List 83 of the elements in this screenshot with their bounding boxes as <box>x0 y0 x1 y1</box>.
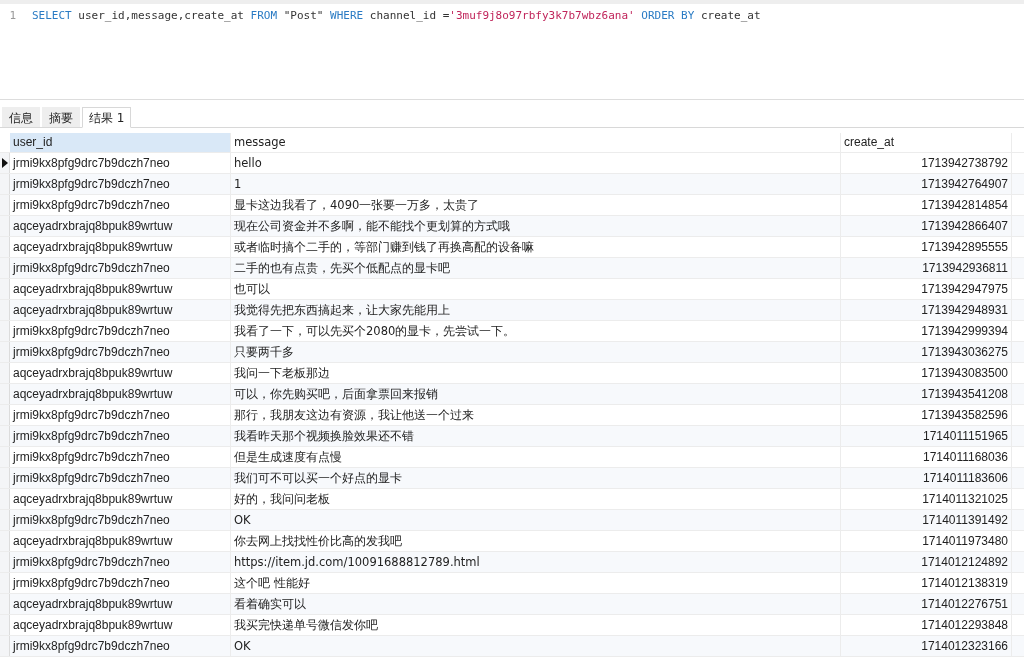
table-cell: 1714011168036 <box>841 447 1012 467</box>
table-cell: jrmi9kx8pfg9drc7b9dczh7neo <box>10 258 231 278</box>
table-cell: aqceyadrxbrajq8bpuk89wrtuw <box>10 384 231 404</box>
table-cell: aqceyadrxbrajq8bpuk89wrtuw <box>10 531 231 551</box>
table-cell: OK <box>231 636 841 656</box>
table-cell: 1714011183606 <box>841 468 1012 488</box>
table-cell: 1713942738792 <box>841 153 1012 173</box>
sql-query: SELECT user_id,message,create_at FROM "Post" WHERE channel_id ='3muf9j8o97rbfy3k7b7wbz6ana' ORDER BY create_at <box>32 9 761 22</box>
table-cell: 1713943541208 <box>841 384 1012 404</box>
table-cell: jrmi9kx8pfg9drc7b9dczh7neo <box>10 468 231 488</box>
table-cell: 但是生成速度有点慢 <box>231 447 841 467</box>
table-cell: 我觉得先把东西搞起来，让大家先能用上 <box>231 300 841 320</box>
table-cell: jrmi9kx8pfg9drc7b9dczh7neo <box>10 447 231 467</box>
sql-editor[interactable]: 1 SELECT user_id,message,create_at FROM "Post" WHERE channel_id ='3muf9j8o97rbfy3k7b7wbz6ana' ORDER BY create_at <box>0 0 1024 100</box>
line-number: 1 <box>8 9 17 22</box>
table-cell: aqceyadrxbrajq8bpuk89wrtuw <box>10 300 231 320</box>
table-cell: OK <box>231 510 841 530</box>
column-header[interactable]: create_at <box>841 133 1012 152</box>
table-cell: 只要两千多 <box>231 342 841 362</box>
table-cell: 1 <box>231 174 841 194</box>
table-cell: 我问一下老板那边 <box>231 363 841 383</box>
table-cell: 1714011321025 <box>841 489 1012 509</box>
table-cell: jrmi9kx8pfg9drc7b9dczh7neo <box>10 636 231 656</box>
table-cell: jrmi9kx8pfg9drc7b9dczh7neo <box>10 405 231 425</box>
table-cell: 二手的也有点贵，先买个低配点的显卡吧 <box>231 258 841 278</box>
table-cell: 1713942936811 <box>841 258 1012 278</box>
table-cell: aqceyadrxbrajq8bpuk89wrtuw <box>10 594 231 614</box>
table-cell: 1713942999394 <box>841 321 1012 341</box>
table-cell: 我买完快递单号微信发你吧 <box>231 615 841 635</box>
table-cell: aqceyadrxbrajq8bpuk89wrtuw <box>10 237 231 257</box>
table-cell: 1714011391492 <box>841 510 1012 530</box>
table-cell: 1713942764907 <box>841 174 1012 194</box>
table-cell: 1714012138319 <box>841 573 1012 593</box>
table-cell: aqceyadrxbrajq8bpuk89wrtuw <box>10 489 231 509</box>
table-cell: jrmi9kx8pfg9drc7b9dczh7neo <box>10 342 231 362</box>
table-cell: 1713943582596 <box>841 405 1012 425</box>
table-cell: 1713942947975 <box>841 279 1012 299</box>
result-tab[interactable]: 信息 <box>2 107 40 127</box>
table-cell: 现在公司资金并不多啊，能不能找个更划算的方式哦 <box>231 216 841 236</box>
table-cell: 1713942948931 <box>841 300 1012 320</box>
table-cell: 看着确实可以 <box>231 594 841 614</box>
table-cell: 我看昨天那个视频换脸效果还不错 <box>231 426 841 446</box>
table-cell: jrmi9kx8pfg9drc7b9dczh7neo <box>10 552 231 572</box>
table-cell: 可以，你先购买吧，后面拿票回来报销 <box>231 384 841 404</box>
table-cell: hello <box>231 153 841 173</box>
table-cell: jrmi9kx8pfg9drc7b9dczh7neo <box>10 573 231 593</box>
row-pointer-icon <box>1 158 8 168</box>
table-cell: jrmi9kx8pfg9drc7b9dczh7neo <box>10 510 231 530</box>
table-cell: 1713943036275 <box>841 342 1012 362</box>
table-cell: 1713942895555 <box>841 237 1012 257</box>
table-cell: jrmi9kx8pfg9drc7b9dczh7neo <box>10 174 231 194</box>
table-cell: 我看了一下，可以先买个2080的显卡，先尝试一下。 <box>231 321 841 341</box>
table-cell: 1714012124892 <box>841 552 1012 572</box>
table-cell: 1714012293848 <box>841 615 1012 635</box>
column-header[interactable]: user_id <box>10 133 231 152</box>
table-cell: 好的，我问问老板 <box>231 489 841 509</box>
table-cell: 或者临时搞个二手的，等部门赚到钱了再换高配的设备嘛 <box>231 237 841 257</box>
column-header[interactable]: message <box>231 133 841 152</box>
table-cell: aqceyadrxbrajq8bpuk89wrtuw <box>10 279 231 299</box>
table-cell: 这个吧 性能好 <box>231 573 841 593</box>
table-cell: 1714012276751 <box>841 594 1012 614</box>
table-cell: 你去网上找找性价比高的发我吧 <box>231 531 841 551</box>
table-cell: jrmi9kx8pfg9drc7b9dczh7neo <box>10 195 231 215</box>
table-cell: jrmi9kx8pfg9drc7b9dczh7neo <box>10 153 231 173</box>
table-cell: 显卡这边我看了，4090一张要一万多，太贵了 <box>231 195 841 215</box>
table-cell: jrmi9kx8pfg9drc7b9dczh7neo <box>10 321 231 341</box>
table-cell: 1714011973480 <box>841 531 1012 551</box>
table-cell: 我们可不可以买一个好点的显卡 <box>231 468 841 488</box>
table-cell: https://item.jd.com/10091688812789.html <box>231 552 841 572</box>
table-cell: 1714012323166 <box>841 636 1012 656</box>
table-cell: aqceyadrxbrajq8bpuk89wrtuw <box>10 216 231 236</box>
table-cell: 那行，我朋友这边有资源，我让他送一个过来 <box>231 405 841 425</box>
row-selector[interactable] <box>0 153 10 173</box>
table-cell: 1714011151965 <box>841 426 1012 446</box>
table-cell: 1713942814854 <box>841 195 1012 215</box>
table-cell: aqceyadrxbrajq8bpuk89wrtuw <box>10 615 231 635</box>
table-cell: 1713943083500 <box>841 363 1012 383</box>
result-tab[interactable]: 摘要 <box>42 107 80 127</box>
result-tab[interactable]: 结果 1 <box>82 107 132 128</box>
table-cell: 也可以 <box>231 279 841 299</box>
table-cell: jrmi9kx8pfg9drc7b9dczh7neo <box>10 426 231 446</box>
table-cell: 1713942866407 <box>841 216 1012 236</box>
table-cell: aqceyadrxbrajq8bpuk89wrtuw <box>10 363 231 383</box>
